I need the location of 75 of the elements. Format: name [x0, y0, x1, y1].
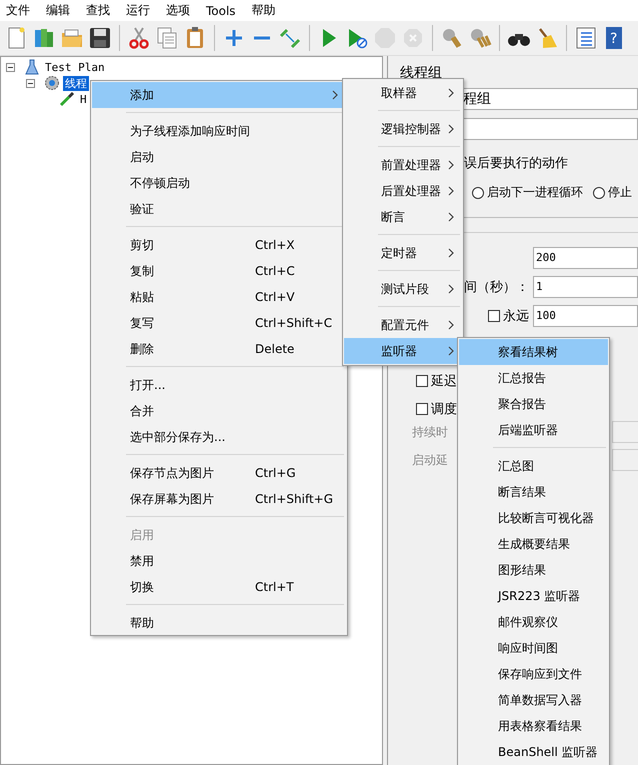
menu-item[interactable]: 合并 — [92, 398, 346, 424]
menu-item[interactable]: BeanShell 监听器 — [459, 739, 608, 765]
gear-icon — [44, 75, 60, 91]
list-icon[interactable] — [574, 26, 598, 50]
menu-item[interactable]: 后端监听器 — [459, 417, 608, 443]
menu-item[interactable]: 生成概要结果 — [459, 531, 608, 557]
menu-item[interactable]: 配置元件 — [344, 312, 462, 338]
collapse-toggle[interactable] — [26, 78, 35, 88]
menu-item[interactable]: 验证 — [92, 196, 346, 222]
duration-field[interactable] — [612, 421, 638, 443]
tree-item[interactable]: 线程 — [63, 76, 89, 90]
collapse-toggle[interactable] — [6, 62, 15, 72]
menu-item[interactable]: 测试片段 — [344, 276, 462, 302]
menu-item[interactable]: 聚合报告 — [459, 391, 608, 417]
copy-icon[interactable] — [155, 26, 179, 50]
radio-option[interactable]: 启动下一进程循环 — [472, 184, 583, 201]
menu-item[interactable]: 选中部分保存为... — [92, 424, 346, 450]
fieldset-legend: 误后要执行的动作 — [464, 156, 568, 171]
radio-option[interactable]: 停止 — [593, 184, 632, 201]
scissors-icon[interactable] — [127, 26, 151, 50]
menu-item[interactable]: 断言结果 — [459, 479, 608, 505]
menu-bar-item[interactable]: 帮助 — [250, 2, 282, 19]
pipette-icon — [59, 91, 75, 107]
menu-bar-item[interactable]: 运行 — [124, 2, 156, 19]
menu-item[interactable]: 后置处理器 — [344, 178, 462, 204]
loop-count-field[interactable]: 100 — [533, 304, 638, 326]
menu-item[interactable]: 保存节点为图片 Ctrl+G — [92, 460, 346, 486]
menu-bar-item[interactable]: 查找 — [84, 2, 116, 19]
forever-checkbox[interactable]: 永远 — [488, 306, 529, 324]
menu-item[interactable]: 删除 Delete — [92, 336, 346, 362]
thread-count-field[interactable]: 200 — [533, 246, 638, 268]
flask-icon — [24, 59, 40, 75]
startup-delay-label: 启动延 — [412, 452, 449, 468]
menu-item[interactable]: 定时器 — [344, 240, 462, 266]
menu-item[interactable]: 邮件观察仪 — [459, 609, 608, 635]
ramp-up-field[interactable]: 1 — [533, 276, 638, 298]
menu-item[interactable]: 简单数据写入器 — [459, 687, 608, 713]
menu-item[interactable]: 察看结果树 — [459, 339, 608, 365]
menu-item[interactable]: 前置处理器 — [344, 152, 462, 178]
menu-item[interactable]: 打开... — [92, 372, 346, 398]
menu-item[interactable]: 禁用 — [92, 548, 346, 574]
menu-item[interactable]: 保存屏幕为图片 Ctrl+Shift+G — [92, 486, 346, 512]
menu-bar-item[interactable]: Tools — [204, 4, 242, 18]
menu-item[interactable]: 复制 Ctrl+C — [92, 258, 346, 284]
menu-item[interactable]: 汇总报告 — [459, 365, 608, 391]
menu-item[interactable]: 不停顿启动 — [92, 170, 346, 196]
panel-title: 线程组 — [400, 64, 442, 82]
startup-delay-field[interactable] — [612, 449, 638, 471]
menu-item[interactable]: 保存响应到文件 — [459, 661, 608, 687]
tree-item[interactable]: Test Plan — [43, 60, 107, 74]
menu-item[interactable]: 取样器 — [344, 80, 462, 106]
menu-bar-item[interactable]: 编辑 — [44, 2, 76, 19]
menu-item[interactable]: 启动 — [92, 144, 346, 170]
menu-item[interactable]: 断言 — [344, 204, 462, 230]
menu-item[interactable]: JSR223 监听器 — [459, 583, 608, 609]
books-icon[interactable] — [32, 26, 56, 50]
ramp-up-label: 间（秒）： — [464, 278, 529, 296]
option-checkbox[interactable]: 延迟 — [416, 372, 457, 390]
option-checkbox[interactable]: 调度 — [416, 400, 457, 418]
menu-item[interactable]: 逻辑控制器 — [344, 116, 462, 142]
menu-item[interactable]: 用表格察看结果 — [459, 713, 608, 739]
menu-item[interactable]: 响应时间图 — [459, 635, 608, 661]
menu-bar-item[interactable]: 文件 — [4, 2, 36, 19]
menu-item[interactable]: 切换 Ctrl+T — [92, 574, 346, 600]
menu-item[interactable]: 剪切 Ctrl+X — [92, 232, 346, 258]
menu-item[interactable]: 汇总图 — [459, 453, 608, 479]
menu-item[interactable]: 复写 Ctrl+Shift+C — [92, 310, 346, 336]
menu-item[interactable]: 图形结果 — [459, 557, 608, 583]
tree-item[interactable]: H — [78, 92, 89, 106]
duration-label: 持续时 — [412, 424, 449, 440]
menu-item[interactable]: 帮助 — [92, 610, 346, 636]
menu-item[interactable]: 为子线程添加响应时间 — [92, 118, 346, 144]
menu-item[interactable]: 比较断言可视化器 — [459, 505, 608, 531]
menu-item[interactable]: 粘贴 Ctrl+V — [92, 284, 346, 310]
menu-bar-item[interactable]: 选项 — [164, 2, 196, 19]
